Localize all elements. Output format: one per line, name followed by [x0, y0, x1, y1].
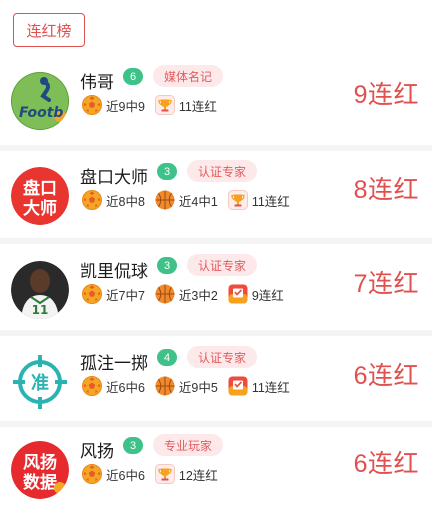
expert-name[interactable]: 盘口大师	[80, 163, 148, 188]
expert-tag: 专业玩家	[153, 434, 224, 456]
stat-text: 近6中6	[106, 380, 145, 395]
stat-text: 近9中5	[178, 380, 218, 395]
divider	[0, 145, 432, 151]
level-badge: 6	[123, 68, 143, 85]
basketball-icon	[155, 376, 175, 396]
streak-count: 9连红	[353, 81, 419, 109]
expert-row[interactable]: 准 孤注一掷 4 认证专家 近6中6 近9中5 11连红 6连红	[0, 344, 432, 432]
stat-text: 9连红	[251, 288, 284, 303]
expert-tag: 媒体名记	[153, 65, 224, 87]
avatar: 盘口 大师	[11, 167, 69, 225]
stat-text: 近3中2	[178, 288, 218, 303]
svg-text:大师: 大师	[23, 198, 57, 219]
soccer-ball-icon	[82, 95, 102, 115]
svg-text:11: 11	[32, 303, 49, 317]
divider	[0, 421, 432, 427]
streak-count: 6连红	[353, 362, 419, 390]
crosshair-logo-avatar-icon: 准	[11, 353, 69, 411]
text-logo-avatar-icon: 风扬 数据	[11, 441, 69, 499]
soccer-ball-icon	[82, 284, 102, 304]
text-logo-avatar-icon: 盘口 大师	[11, 167, 69, 225]
expert-name[interactable]: 凯里侃球	[80, 257, 148, 282]
stat-text: 11连红	[251, 194, 290, 209]
expert-row[interactable]: 风扬 数据 风扬 3 专业玩家 近6中6 12连红 6连红	[0, 432, 432, 520]
streak-count: 8连红	[353, 176, 419, 204]
stat-text: 近6中6	[106, 468, 145, 483]
avatar: Footb	[11, 72, 69, 130]
svg-text:准: 准	[31, 372, 49, 394]
soccer-ball-icon	[82, 376, 102, 396]
expert-name[interactable]: 伟哥	[80, 68, 114, 93]
calendar-badge-icon	[228, 284, 248, 304]
stat-text: 近7中7	[106, 288, 145, 303]
level-badge: 3	[157, 163, 177, 180]
expert-row[interactable]: 盘口 大师 盘口大师 3 认证专家 近8中8 近4中1 11连红 8连红	[0, 158, 432, 246]
svg-text:盘口: 盘口	[23, 178, 57, 199]
stat-text: 12连红	[178, 468, 218, 483]
level-badge: 4	[157, 349, 177, 366]
stat-text: 近8中8	[106, 194, 145, 209]
expert-row[interactable]: 11 凯里侃球 3 认证专家 近7中7 近3中2 9连红 7连红	[0, 252, 432, 340]
divider	[0, 238, 432, 244]
level-badge: 3	[157, 257, 177, 274]
basketball-icon	[155, 284, 175, 304]
streak-count: 6连红	[353, 450, 419, 478]
streak-count: 7连红	[353, 270, 419, 298]
expert-tag: 认证专家	[187, 254, 258, 276]
svg-text:数据: 数据	[23, 472, 57, 493]
expert-name[interactable]: 风扬	[80, 437, 114, 462]
stat-text: 11连红	[178, 99, 217, 114]
basketball-icon	[155, 190, 175, 210]
trophy-icon	[155, 464, 175, 484]
football-logo-avatar-icon: Footb	[11, 72, 69, 130]
expert-tag: 认证专家	[187, 346, 258, 368]
trophy-icon	[155, 95, 175, 115]
stat-text: 近9中9	[106, 99, 145, 114]
level-badge: 3	[123, 437, 143, 454]
avatar: 准	[11, 353, 69, 411]
trophy-icon	[228, 190, 248, 210]
avatar: 风扬 数据	[11, 441, 69, 499]
soccer-ball-icon	[82, 464, 102, 484]
expert-row[interactable]: Footb 伟哥 6 媒体名记 近9中9 11连红 9连红	[0, 63, 432, 151]
divider	[0, 330, 432, 336]
soccer-ball-icon	[82, 190, 102, 210]
streak-ranking-tab[interactable]: 连红榜	[13, 13, 85, 47]
expert-name[interactable]: 孤注一掷	[80, 349, 148, 374]
svg-text:Footb: Footb	[19, 105, 63, 121]
calendar-badge-icon	[228, 376, 248, 396]
expert-tag: 认证专家	[187, 160, 258, 182]
avatar: 11	[11, 261, 69, 319]
svg-text:风扬: 风扬	[23, 452, 57, 473]
player-photo-avatar-icon: 11	[11, 261, 69, 319]
stat-text: 11连红	[251, 380, 290, 395]
stat-text: 近4中1	[178, 194, 218, 209]
